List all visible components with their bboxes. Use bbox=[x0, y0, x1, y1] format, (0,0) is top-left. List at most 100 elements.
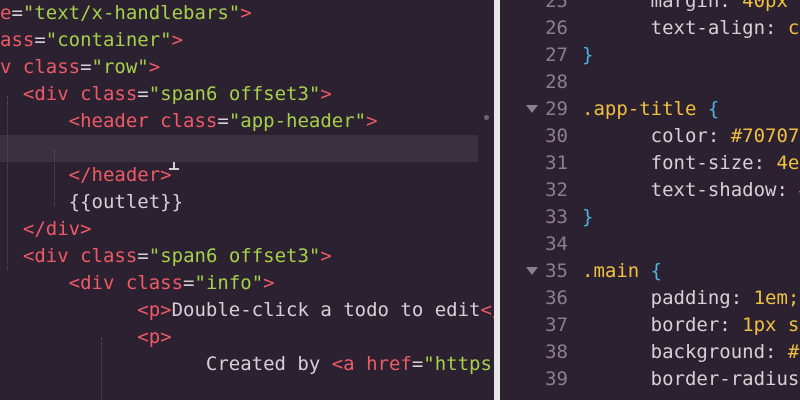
code-line[interactable]: <div class="span6 offset3"> bbox=[0, 81, 478, 108]
code-token: = bbox=[137, 83, 149, 105]
code-line[interactable]: </header> bbox=[0, 162, 478, 189]
code-token: font-size: bbox=[582, 152, 777, 174]
line-number: 36 bbox=[545, 287, 568, 309]
code-token: = bbox=[34, 29, 46, 51]
code-token: class bbox=[80, 83, 138, 105]
right-editor-pane[interactable]: 25 margin: 40px 026 text-align: cen27}28… bbox=[500, 0, 800, 400]
code-content: border-radius: 5 bbox=[582, 366, 800, 393]
code-line[interactable]: ass="container"> bbox=[0, 27, 478, 54]
code-token: class bbox=[125, 272, 184, 294]
code-line[interactable]: <div class="span6 offset3"> bbox=[0, 243, 478, 270]
line-number: 30 bbox=[545, 125, 568, 147]
code-token: 1px sol bbox=[742, 314, 800, 336]
code-line[interactable]: 39 border-radius: 5 bbox=[500, 366, 800, 393]
code-token: "text/x-handlebars" bbox=[22, 2, 241, 24]
code-content: margin: 40px 0 bbox=[582, 0, 800, 15]
code-token: "app-header" bbox=[228, 110, 367, 132]
code-token: <a bbox=[331, 353, 367, 375]
code-token: e bbox=[0, 2, 12, 24]
code-token: </ bbox=[480, 299, 494, 321]
code-line[interactable]: 38 background: #ff bbox=[500, 339, 800, 366]
line-number: 34 bbox=[545, 233, 568, 255]
code-line[interactable]: 26 text-align: cen bbox=[500, 15, 800, 42]
code-token: > bbox=[366, 110, 378, 132]
code-token: <p> bbox=[137, 299, 172, 321]
code-token: <header bbox=[68, 110, 161, 132]
code-token: > bbox=[263, 272, 275, 294]
code-token: > bbox=[148, 56, 161, 78]
code-line[interactable]: {{outlet}} bbox=[0, 189, 478, 216]
code-content: text-align: cen bbox=[582, 15, 800, 42]
line-number: 39 bbox=[545, 368, 568, 390]
code-token: v class bbox=[0, 56, 81, 78]
code-token: "span6 offset3" bbox=[148, 245, 321, 267]
code-token: cen bbox=[787, 17, 800, 39]
code-token: 4em; bbox=[776, 152, 800, 174]
fold-arrow-icon[interactable] bbox=[526, 105, 538, 113]
code-token: "span6 offset3" bbox=[148, 83, 321, 105]
code-line[interactable]: 30 color: #707070; bbox=[500, 123, 800, 150]
code-line[interactable]: 27} bbox=[500, 42, 800, 69]
indent-guide bbox=[7, 96, 8, 270]
code-line[interactable]: v class="row"> bbox=[0, 54, 478, 81]
code-token: > bbox=[320, 245, 332, 267]
code-line[interactable]: 33} bbox=[500, 204, 800, 231]
code-token: } bbox=[582, 44, 594, 66]
code-line[interactable]: <p>Double-click a todo to edit</ bbox=[0, 297, 494, 324]
code-token: #707070; bbox=[730, 125, 800, 147]
code-token: > bbox=[320, 83, 332, 105]
code-token: border-radius: bbox=[582, 368, 800, 390]
fold-arrow-icon[interactable] bbox=[526, 267, 538, 275]
code-token: "info" bbox=[194, 272, 264, 294]
code-token: #ff bbox=[787, 341, 800, 363]
current-code-line[interactable] bbox=[0, 135, 478, 162]
indent-guide bbox=[101, 338, 102, 400]
code-token: padding: bbox=[582, 287, 754, 309]
code-token: = bbox=[80, 56, 92, 78]
code-token: Double-click a todo to edit bbox=[171, 299, 481, 321]
code-line[interactable]: 35 .main { bbox=[500, 258, 800, 285]
code-line[interactable]: 32 text-shadow: #0 bbox=[500, 177, 800, 204]
code-line[interactable]: 34 bbox=[500, 231, 800, 258]
code-token: color: bbox=[582, 125, 731, 147]
code-line[interactable]: 25 margin: 40px 0 bbox=[500, 0, 800, 15]
code-line[interactable]: 36 padding: 1em; bbox=[500, 285, 800, 312]
code-content: .main { bbox=[582, 258, 662, 285]
line-number: 26 bbox=[545, 17, 568, 39]
code-line[interactable]: 29 .app-title { bbox=[500, 96, 800, 123]
code-line[interactable]: e="text/x-handlebars"> bbox=[0, 0, 478, 27]
code-token: ass bbox=[0, 29, 35, 51]
code-token: { bbox=[707, 98, 720, 120]
code-line[interactable]: 31 font-size: 4em; bbox=[500, 150, 800, 177]
code-token: {{outlet}} bbox=[0, 191, 184, 213]
code-token: href bbox=[366, 353, 412, 375]
code-token: <div bbox=[68, 272, 126, 294]
line-number: 27 bbox=[545, 44, 568, 66]
code-line[interactable]: <p> bbox=[0, 324, 478, 351]
code-token: margin: bbox=[582, 0, 743, 12]
left-editor-pane[interactable]: e="text/x-handlebars"> ass="container"> v … bbox=[0, 0, 494, 400]
code-line[interactable]: <header class="app-header"> bbox=[0, 108, 478, 135]
code-token: text-align: bbox=[582, 17, 788, 39]
code-content: padding: 1em; bbox=[582, 285, 800, 312]
line-number: 38 bbox=[545, 341, 568, 363]
code-line[interactable]: 28 bbox=[500, 69, 800, 96]
code-content: border: 1px sol bbox=[582, 312, 800, 339]
code-token: border: bbox=[582, 314, 743, 336]
code-token: 40px 0 bbox=[742, 0, 800, 12]
code-token: "https:// bbox=[423, 353, 494, 375]
code-line[interactable]: Created by <a href="https:/// bbox=[0, 351, 494, 378]
code-token: </div> bbox=[22, 218, 92, 240]
code-token: class bbox=[160, 110, 218, 132]
code-token: 1em; bbox=[753, 287, 800, 309]
code-line[interactable]: </div> bbox=[0, 216, 478, 243]
code-token: = bbox=[137, 245, 149, 267]
code-token: text-shadow: bbox=[582, 179, 800, 201]
code-line[interactable]: <div class="info"> bbox=[0, 270, 478, 297]
code-line[interactable]: 37 border: 1px sol bbox=[500, 312, 800, 339]
line-number: 33 bbox=[545, 206, 568, 228]
